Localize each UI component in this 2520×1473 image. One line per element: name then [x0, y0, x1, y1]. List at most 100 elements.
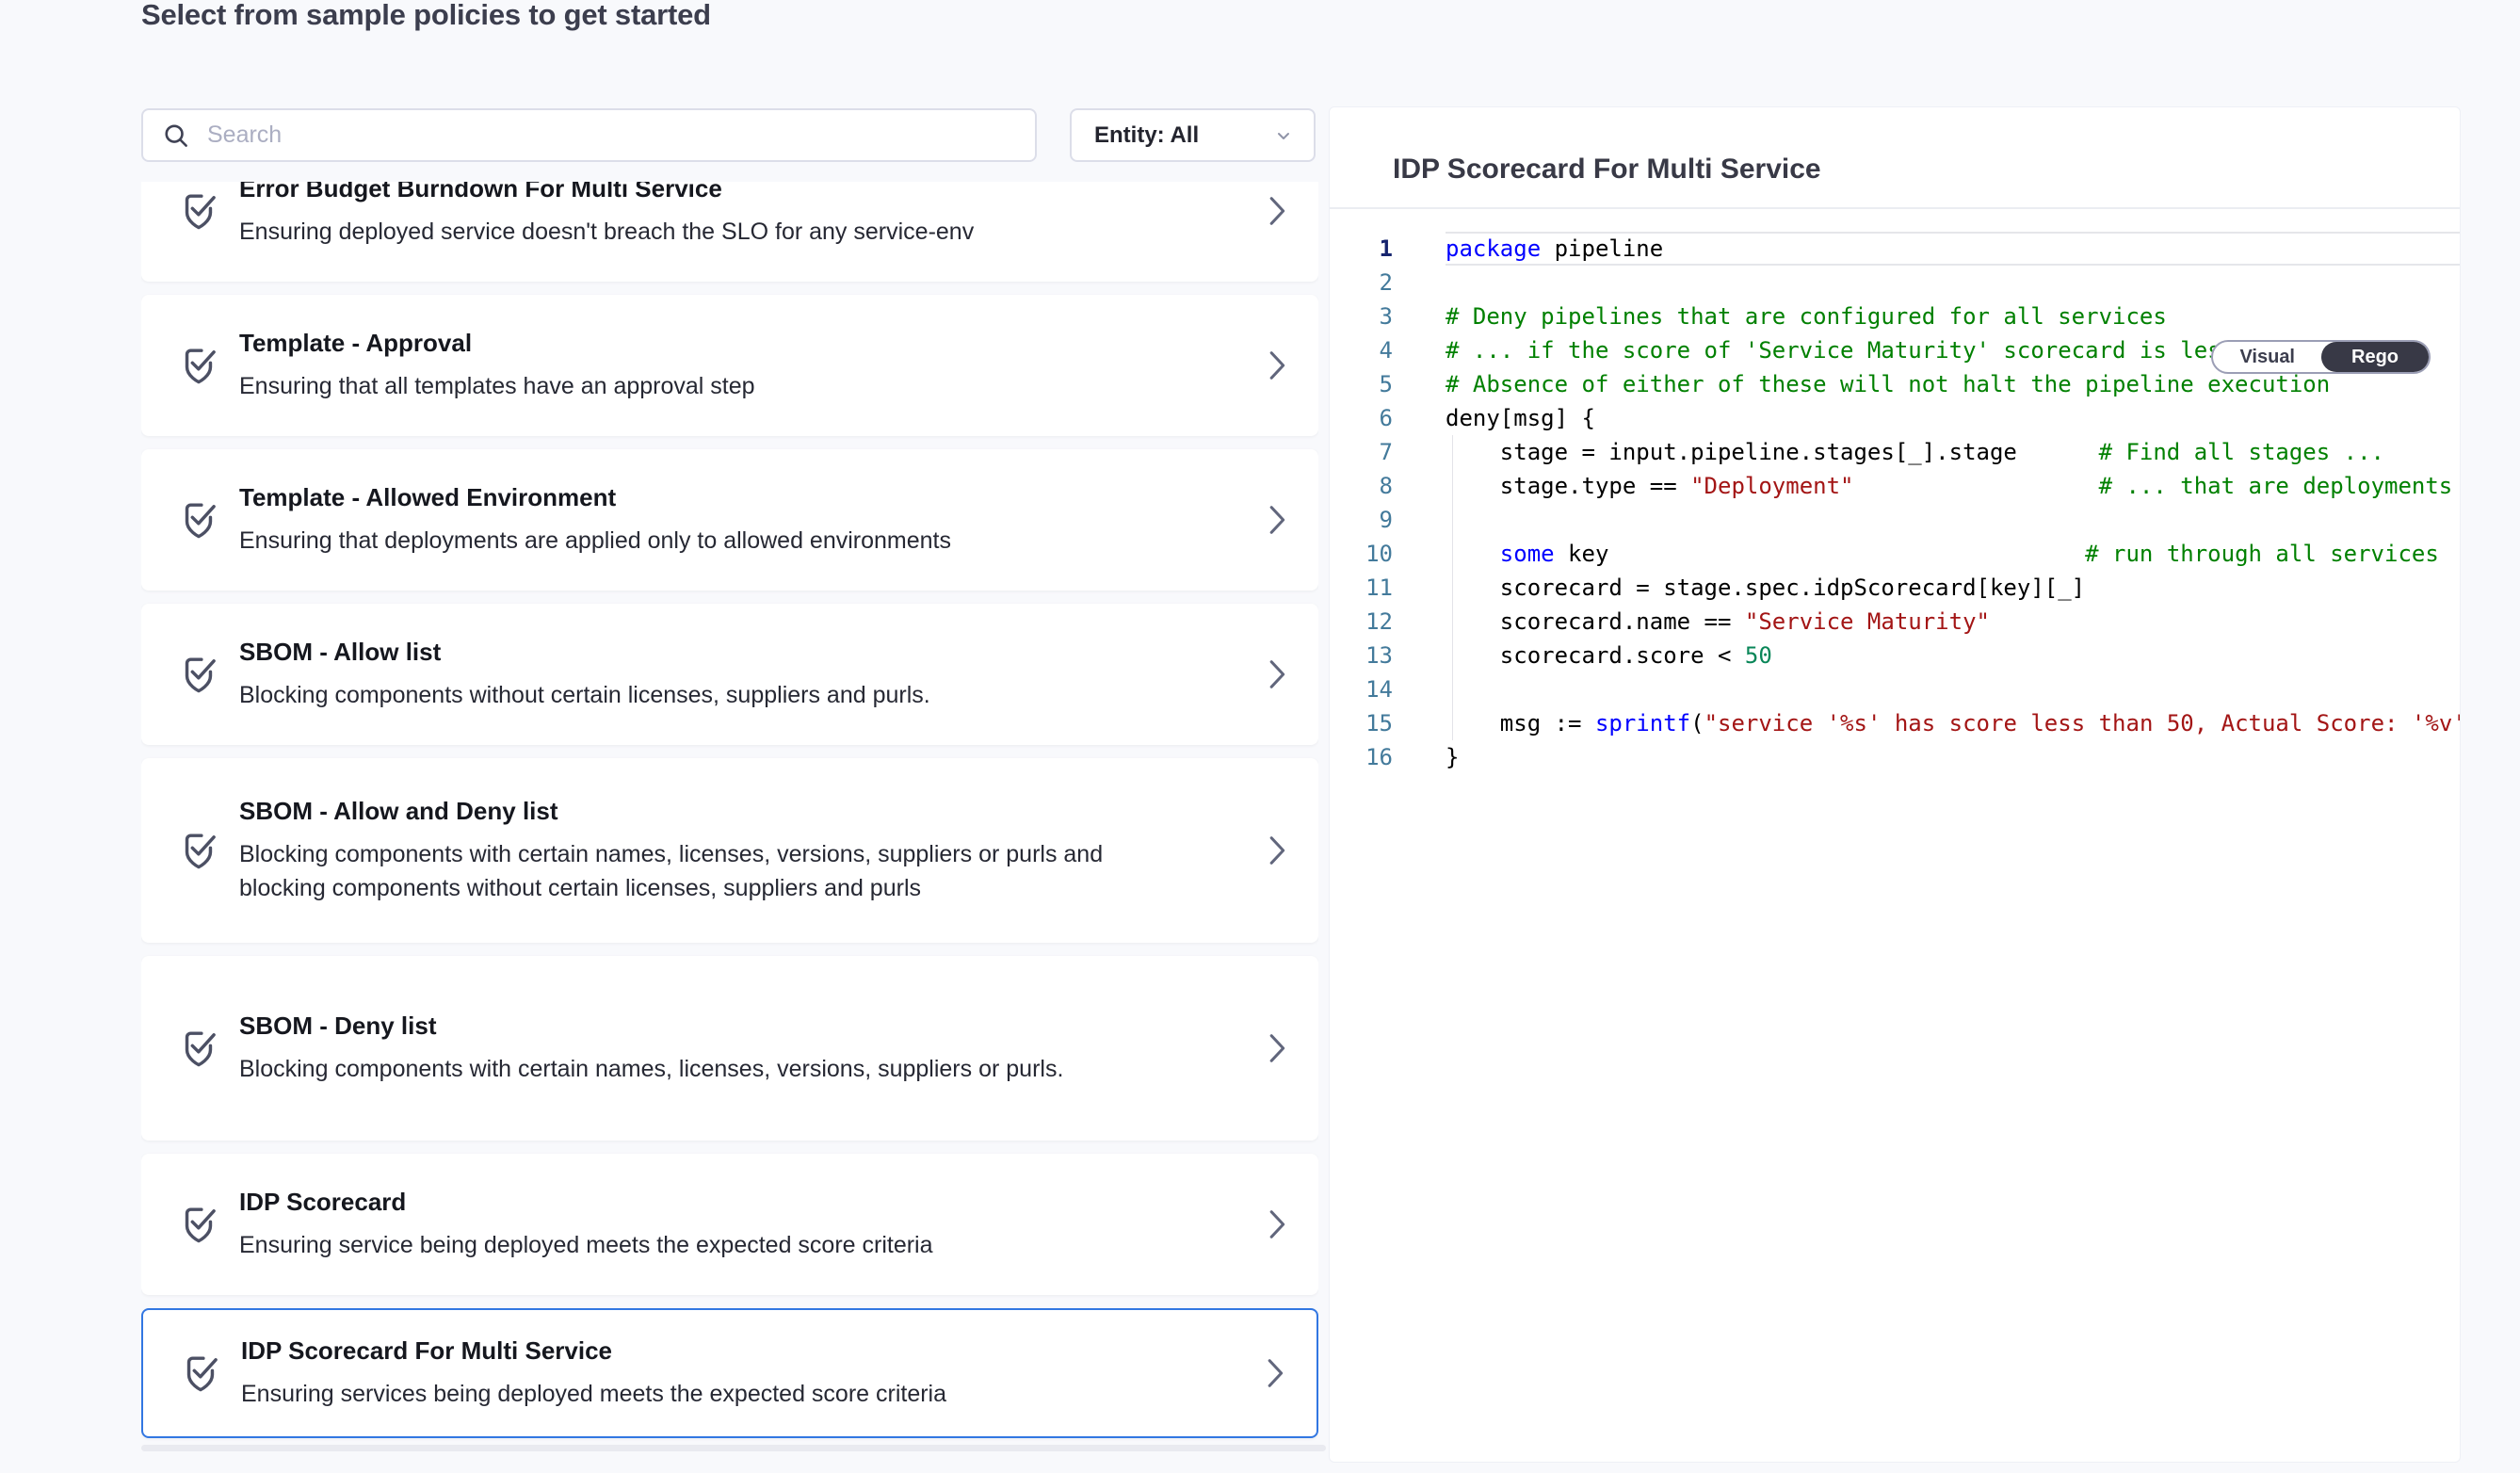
shield-check-icon: [177, 828, 220, 873]
code-line-text: }: [1446, 740, 2460, 774]
line-number: 15: [1330, 706, 1446, 740]
policy-card[interactable]: SBOM - Allow and Deny list Blocking comp…: [141, 758, 1318, 943]
line-number: 8: [1330, 469, 1446, 503]
code-line-text: scorecard.name == "Service Maturity": [1446, 605, 2460, 639]
line-number: 1: [1330, 232, 1446, 266]
policy-title: SBOM - Allow and Deny list: [239, 797, 1134, 826]
code-line: 9: [1330, 503, 2460, 537]
code-line: 13 scorecard.score < 50: [1330, 639, 2460, 672]
code-line: 12 scorecard.name == "Service Maturity": [1330, 605, 2460, 639]
policy-description: Ensuring that all templates have an appr…: [239, 369, 755, 403]
code-line-text: stage = input.pipeline.stages[_].stage #…: [1446, 435, 2460, 469]
rego-code-editor[interactable]: VisualRego 1 package pipeline 2 3 # Deny…: [1330, 209, 2460, 774]
search-input[interactable]: [205, 121, 1016, 150]
view-toggle-rego-button[interactable]: Rego: [2321, 342, 2429, 372]
policy-title: Template - Allowed Environment: [239, 483, 951, 512]
chevron-right-icon: [1266, 1357, 1284, 1389]
policy-title: IDP Scorecard: [239, 1188, 933, 1217]
code-line: 11 scorecard = stage.spec.idpScorecard[k…: [1330, 571, 2460, 605]
code-line: 10 some key # run through all services: [1330, 537, 2460, 571]
shield-check-icon: [177, 1026, 220, 1071]
code-line-text: deny[msg] {: [1446, 401, 2460, 435]
policy-card[interactable]: SBOM - Allow list Blocking components wi…: [141, 604, 1318, 745]
search-box[interactable]: [141, 108, 1037, 162]
detail-title: IDP Scorecard For Multi Service: [1393, 154, 1821, 186]
page-title: Select from sample policies to get start…: [141, 0, 711, 36]
indent-guide: [1452, 435, 1453, 740]
line-number: 4: [1330, 333, 1446, 367]
policy-description: Ensuring services being deployed meets t…: [241, 1377, 946, 1411]
policy-card-text: IDP Scorecard For Multi Service Ensuring…: [241, 1336, 1031, 1411]
code-line: 1 package pipeline: [1330, 232, 2460, 266]
search-icon: [162, 121, 190, 150]
code-line-text: [1446, 266, 2460, 299]
policy-description: Ensuring that deployments are applied on…: [239, 524, 951, 558]
policy-card-text: SBOM - Allow and Deny list Blocking comp…: [239, 797, 1219, 905]
code-line-text: package pipeline: [1446, 232, 2460, 266]
policy-card[interactable]: Template - Approval Ensuring that all te…: [141, 295, 1318, 436]
horizontal-scrollbar[interactable]: [141, 1445, 1326, 1451]
shield-check-icon: [177, 652, 220, 697]
code-line-text: msg := sprintf("service '%s' has score l…: [1446, 706, 2460, 740]
policy-card[interactable]: Template - Allowed Environment Ensuring …: [141, 449, 1318, 591]
chevron-right-icon: [1268, 1032, 1286, 1064]
line-number: 11: [1330, 571, 1446, 605]
code-line-text: [1446, 503, 2460, 537]
line-number: 7: [1330, 435, 1446, 469]
policy-card-text: Error Budget Burndown For Multi Service …: [239, 182, 1058, 249]
policy-title: IDP Scorecard For Multi Service: [241, 1336, 946, 1366]
policy-title: SBOM - Allow list: [239, 638, 930, 667]
chevron-right-icon: [1268, 1208, 1286, 1240]
view-mode-toggle: VisualRego: [2211, 340, 2431, 374]
policy-title: Error Budget Burndown For Multi Service: [239, 182, 974, 203]
policy-card-text: SBOM - Allow list Blocking components wi…: [239, 638, 1015, 712]
entity-filter-label: Entity: All: [1094, 122, 1199, 149]
policy-description: Ensuring service being deployed meets th…: [239, 1228, 933, 1262]
policy-detail-panel: IDP Scorecard For Multi Service VisualRe…: [1329, 106, 2461, 1463]
shield-check-icon: [177, 188, 220, 234]
code-line-text: [1446, 672, 2460, 706]
policy-description: Blocking components with certain names, …: [239, 1052, 1063, 1086]
policy-description: Blocking components with certain names, …: [239, 837, 1134, 905]
code-line-text: stage.type == "Deployment" # ... that ar…: [1446, 469, 2460, 503]
view-toggle-visual-button[interactable]: Visual: [2213, 342, 2321, 372]
shield-check-icon: [177, 1202, 220, 1247]
detail-header: IDP Scorecard For Multi Service: [1330, 107, 2460, 209]
policy-description: Blocking components without certain lice…: [239, 678, 930, 712]
policy-card[interactable]: IDP Scorecard For Multi Service Ensuring…: [141, 1308, 1318, 1438]
line-number: 13: [1330, 639, 1446, 672]
line-number: 16: [1330, 740, 1446, 774]
line-number: 2: [1330, 266, 1446, 299]
chevron-down-icon: [1272, 124, 1295, 147]
policy-card-text: Template - Approval Ensuring that all te…: [239, 329, 840, 403]
chevron-right-icon: [1268, 834, 1286, 866]
line-number: 14: [1330, 672, 1446, 706]
code-line-text: some key # run through all services: [1446, 537, 2460, 571]
line-number: 5: [1330, 367, 1446, 401]
policy-card-text: SBOM - Deny list Blocking components wit…: [239, 1012, 1148, 1086]
code-line-text: scorecard = stage.spec.idpScorecard[key]…: [1446, 571, 2460, 605]
shield-check-icon: [177, 343, 220, 388]
chevron-right-icon: [1268, 504, 1286, 536]
code-line: 16 }: [1330, 740, 2460, 774]
policy-card[interactable]: Error Budget Burndown For Multi Service …: [141, 182, 1318, 282]
policy-title: Template - Approval: [239, 329, 755, 358]
code-line: 14: [1330, 672, 2460, 706]
policy-card[interactable]: IDP Scorecard Ensuring service being dep…: [141, 1154, 1318, 1295]
chevron-right-icon: [1268, 349, 1286, 381]
policy-card-text: Template - Allowed Environment Ensuring …: [239, 483, 1036, 558]
line-number: 9: [1330, 503, 1446, 537]
policy-card[interactable]: SBOM - Deny list Blocking components wit…: [141, 956, 1318, 1141]
line-number: 10: [1330, 537, 1446, 571]
chevron-right-icon: [1268, 195, 1286, 227]
policy-card-text: IDP Scorecard Ensuring service being dep…: [239, 1188, 1018, 1262]
shield-check-icon: [177, 497, 220, 542]
policy-description: Ensuring deployed service doesn't breach…: [239, 215, 974, 249]
shield-check-icon: [179, 1351, 222, 1396]
code-line: 6 deny[msg] {: [1330, 401, 2460, 435]
policy-title: SBOM - Deny list: [239, 1012, 1063, 1041]
code-line: 8 stage.type == "Deployment" # ... that …: [1330, 469, 2460, 503]
policy-list: Error Budget Burndown For Multi Service …: [141, 182, 1318, 1442]
entity-filter-dropdown[interactable]: Entity: All: [1070, 108, 1316, 162]
code-line: 15 msg := sprintf("service '%s' has scor…: [1330, 706, 2460, 740]
